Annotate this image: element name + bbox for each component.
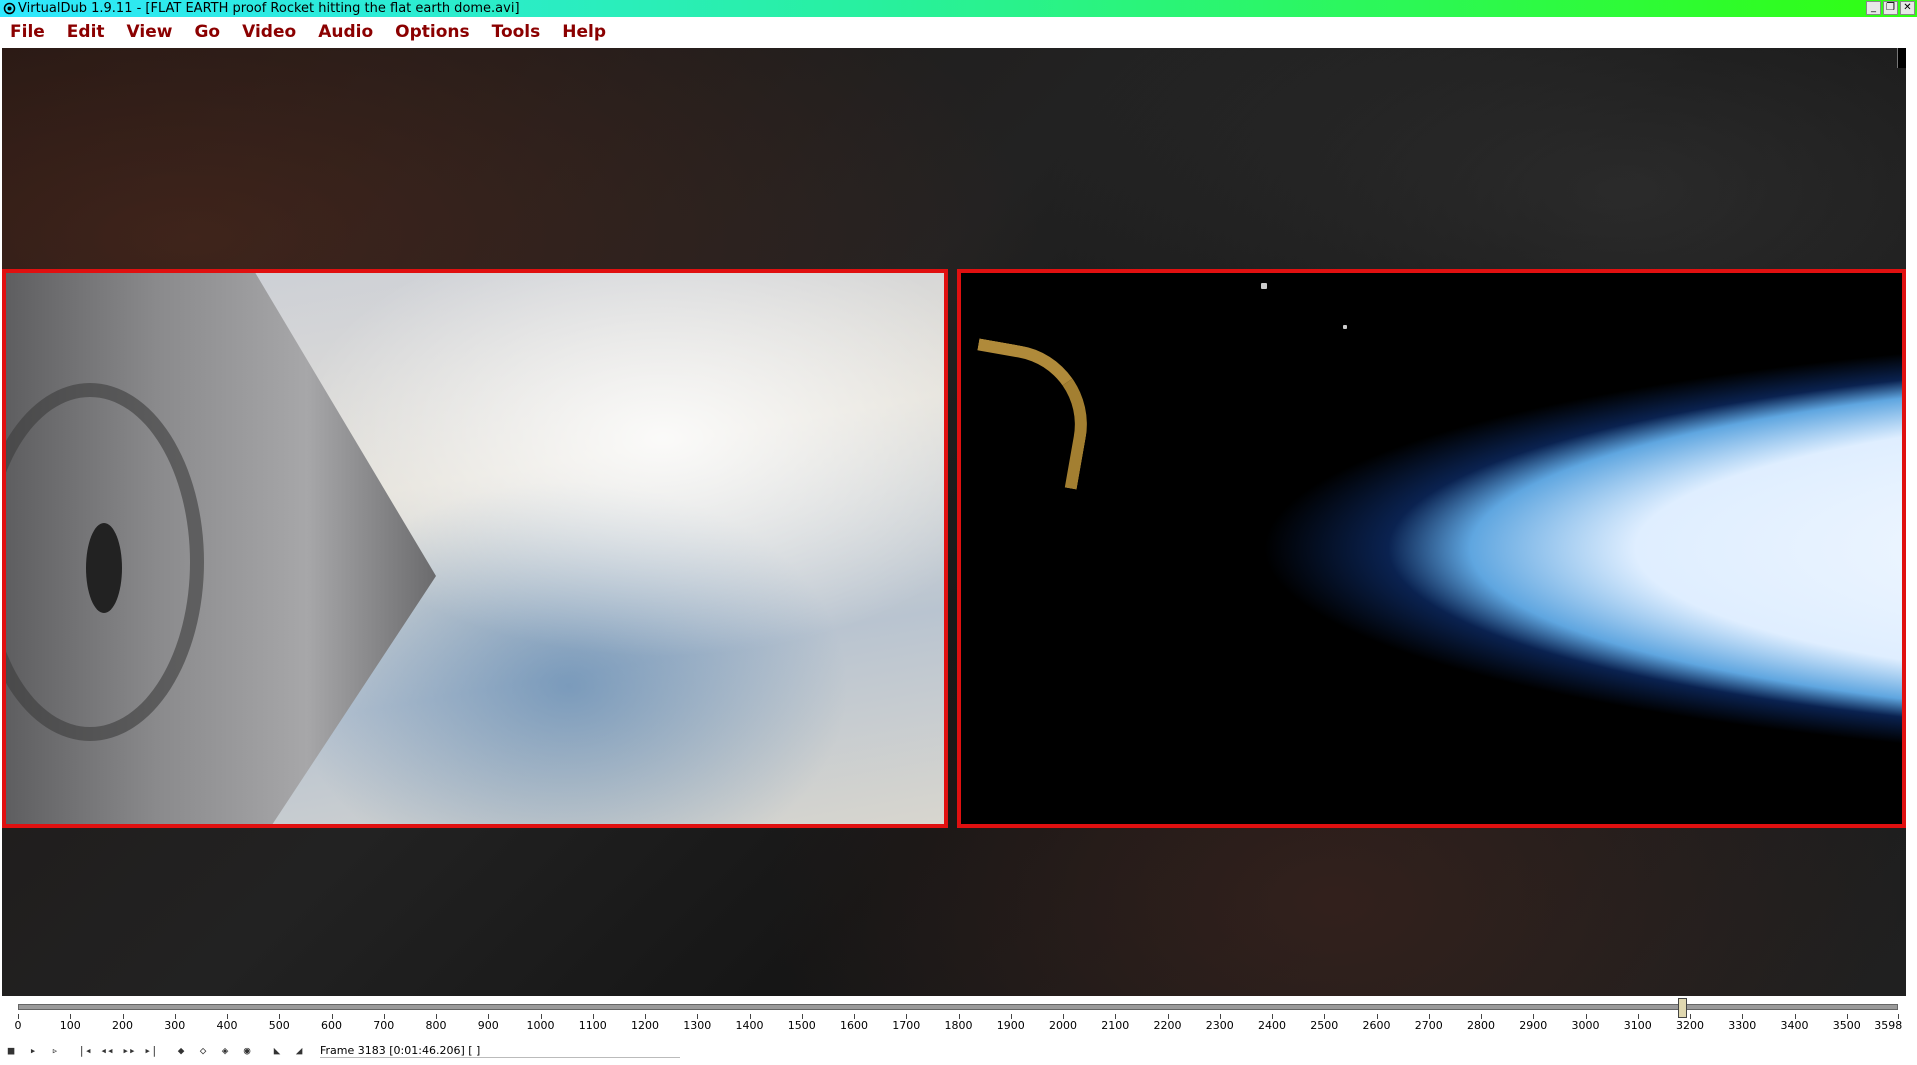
timeline-tick-label: 900 bbox=[477, 1019, 499, 1032]
menu-file[interactable]: File bbox=[0, 22, 57, 42]
speck-image bbox=[1261, 283, 1267, 289]
frame-status: Frame 3183 [0:01:46.206] [ ] bbox=[320, 1044, 681, 1058]
go-end-icon[interactable]: ▸| bbox=[140, 1040, 162, 1062]
timeline-tick-label: 3300 bbox=[1728, 1019, 1757, 1032]
timeline-tick-label: 1600 bbox=[840, 1019, 869, 1032]
menu-options[interactable]: Options bbox=[385, 22, 481, 42]
next-scene-icon[interactable]: ◉ bbox=[236, 1040, 258, 1062]
timeline-tick-label: 3200 bbox=[1676, 1019, 1705, 1032]
play-output-icon[interactable]: ▹ bbox=[44, 1040, 66, 1062]
timeline-tick-label: 1900 bbox=[996, 1019, 1025, 1032]
stop-icon[interactable]: ■ bbox=[0, 1040, 22, 1062]
output-video-pane[interactable] bbox=[957, 269, 1906, 828]
timeline-track[interactable] bbox=[18, 998, 1898, 1018]
timeline-tick-label: 400 bbox=[216, 1019, 238, 1032]
restore-button[interactable]: ❐ bbox=[1883, 1, 1898, 15]
play-input-icon[interactable]: ▸ bbox=[22, 1040, 44, 1062]
timeline-tick-label: 3598 bbox=[1874, 1019, 1903, 1032]
go-start-icon[interactable]: |◂ bbox=[74, 1040, 96, 1062]
timeline-tick-label: 2800 bbox=[1467, 1019, 1496, 1032]
timeline-tick-label: 100 bbox=[59, 1019, 81, 1032]
timeline-tick-label: 2300 bbox=[1205, 1019, 1234, 1032]
menu-help[interactable]: Help bbox=[552, 22, 618, 42]
menu-tools[interactable]: Tools bbox=[482, 22, 553, 42]
step-back-icon[interactable]: ◂◂ bbox=[96, 1040, 118, 1062]
mark-in-icon[interactable]: ◣ bbox=[266, 1040, 288, 1062]
timeline-tick-label: 0 bbox=[14, 1019, 22, 1032]
timeline-tick-label: 700 bbox=[373, 1019, 395, 1032]
speck-image bbox=[1343, 325, 1347, 329]
timeline-tick-label: 2700 bbox=[1414, 1019, 1443, 1032]
window-controls: _ ❐ ✕ bbox=[1866, 1, 1915, 15]
menu-audio[interactable]: Audio bbox=[308, 22, 385, 42]
timeline-tick-label: 1800 bbox=[944, 1019, 973, 1032]
timeline-tick-label: 2000 bbox=[1049, 1019, 1078, 1032]
timeline-tick-label: 300 bbox=[164, 1019, 186, 1032]
timeline-tick-label: 2400 bbox=[1258, 1019, 1287, 1032]
timeline-tick-label: 1700 bbox=[892, 1019, 921, 1032]
timeline-tick-label: 600 bbox=[321, 1019, 342, 1032]
prev-keyframe-icon[interactable]: ◆ bbox=[170, 1040, 192, 1062]
mark-out-icon[interactable]: ◢ bbox=[288, 1040, 310, 1062]
menu-video[interactable]: Video bbox=[232, 22, 308, 42]
menu-go[interactable]: Go bbox=[184, 22, 232, 42]
timeline-tick-label: 1200 bbox=[631, 1019, 659, 1032]
timeline-tick-label: 2600 bbox=[1362, 1019, 1391, 1032]
video-display[interactable] bbox=[2, 48, 1906, 996]
timeline-tick-label: 500 bbox=[268, 1019, 290, 1032]
prev-scene-icon[interactable]: ◈ bbox=[214, 1040, 236, 1062]
timeline-tick-label: 3000 bbox=[1571, 1019, 1600, 1032]
menu-edit[interactable]: Edit bbox=[57, 22, 117, 42]
timeline-tick-label: 200 bbox=[112, 1019, 133, 1032]
menu-bar: File Edit View Go Video Audio Options To… bbox=[0, 17, 1917, 47]
input-video-pane[interactable] bbox=[2, 269, 948, 828]
debris-image bbox=[961, 338, 1100, 490]
title-bar: VirtualDub 1.9.11 - [FLAT EARTH proof Ro… bbox=[0, 0, 1917, 17]
timeline-tick-label: 3500 bbox=[1832, 1019, 1861, 1032]
timeline-tick-label: 1400 bbox=[735, 1019, 764, 1032]
toolbar-buttons: ■ ▸ ▹ |◂ ◂◂ ▸▸ ▸| ◆ ◇ ◈ ◉ ◣ ◢ bbox=[0, 1040, 310, 1062]
app-icon[interactable] bbox=[2, 2, 16, 16]
step-forward-icon[interactable]: ▸▸ bbox=[118, 1040, 140, 1062]
playback-toolbar: ■ ▸ ▹ |◂ ◂◂ ▸▸ ▸| ◆ ◇ ◈ ◉ ◣ ◢ Frame 3183 [0:01:46.20… bbox=[0, 1036, 1917, 1065]
window-title: VirtualDub 1.9.11 - [FLAT EARTH proof Ro… bbox=[18, 1, 520, 16]
timeline-tick-label: 800 bbox=[425, 1019, 447, 1032]
timeline: 0 100 200 300 400 500 600 700 800 900 1000 1100 1200… bbox=[0, 996, 1917, 1036]
minimize-button[interactable]: _ bbox=[1866, 1, 1881, 15]
timeline-tick-label: 3100 bbox=[1623, 1019, 1652, 1032]
resize-grip[interactable] bbox=[1897, 48, 1906, 68]
timeline-thumb[interactable] bbox=[1677, 998, 1687, 1018]
timeline-tick-label: 2100 bbox=[1101, 1019, 1130, 1032]
timeline-tick-label: 2900 bbox=[1519, 1019, 1548, 1032]
timeline-tick-label: 1000 bbox=[526, 1019, 555, 1032]
timeline-tick-label: 1300 bbox=[683, 1019, 712, 1032]
timeline-tick-label: 1100 bbox=[578, 1019, 607, 1032]
timeline-tick-label: 2500 bbox=[1310, 1019, 1339, 1032]
rocket-port-image bbox=[86, 523, 122, 613]
timeline-tick-label: 2200 bbox=[1153, 1019, 1182, 1032]
timeline-tick-label: 3400 bbox=[1780, 1019, 1809, 1032]
next-keyframe-icon[interactable]: ◇ bbox=[192, 1040, 214, 1062]
close-button[interactable]: ✕ bbox=[1900, 1, 1915, 15]
timeline-tick-label: 1500 bbox=[787, 1019, 816, 1032]
menu-view[interactable]: View bbox=[117, 22, 185, 42]
